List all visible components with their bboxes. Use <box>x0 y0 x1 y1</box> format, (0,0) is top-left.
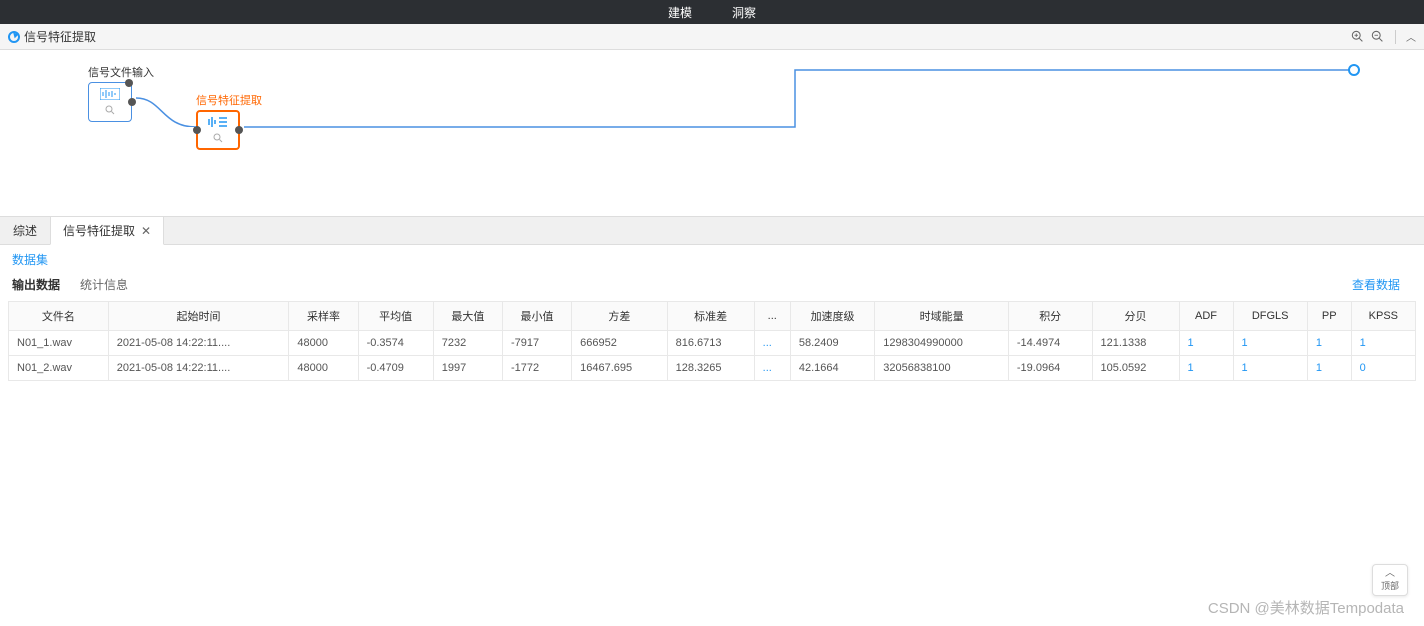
table-cell: 1 <box>1307 331 1351 356</box>
table-cell: 48000 <box>289 331 358 356</box>
table-cell: 1997 <box>433 356 502 381</box>
table-cell: 16467.695 <box>572 356 667 381</box>
tab-feature-extract[interactable]: 信号特征提取 ✕ <box>50 216 164 245</box>
table-cell: 42.1664 <box>790 356 874 381</box>
node-port-in[interactable] <box>193 126 201 134</box>
nav-insight[interactable]: 洞察 <box>732 4 756 21</box>
nav-modeling[interactable]: 建模 <box>668 4 692 21</box>
table-cell: 121.1338 <box>1092 331 1179 356</box>
sub-tabs2: 输出数据 统计信息 查看数据 <box>0 268 1424 301</box>
table-cell: 1 <box>1233 356 1307 381</box>
feature-icon <box>207 116 229 132</box>
tab-label: 信号特征提取 <box>63 222 135 239</box>
subtab-stats[interactable]: 统计信息 <box>80 272 128 297</box>
table-row[interactable]: N01_1.wav2021-05-08 14:22:11....48000-0.… <box>9 331 1416 356</box>
node-signal-feature-extract[interactable]: 信号特征提取 <box>196 92 262 150</box>
subtab-output[interactable]: 输出数据 <box>12 272 60 297</box>
page-title: 信号特征提取 <box>24 28 96 45</box>
table-cell: -0.3574 <box>358 331 433 356</box>
col-more[interactable]: ... <box>754 302 790 331</box>
table-cell: N01_2.wav <box>9 356 109 381</box>
table-cell: 1 <box>1179 331 1233 356</box>
table-cell: 666952 <box>572 331 667 356</box>
scroll-top-button[interactable]: ︿ 顶部 <box>1372 564 1408 596</box>
terminal-node[interactable] <box>1348 64 1360 76</box>
table-cell: 105.0592 <box>1092 356 1179 381</box>
workflow-canvas[interactable]: 信号文件输入 信号特征提取 <box>0 50 1424 217</box>
col-accel[interactable]: 加速度级 <box>790 302 874 331</box>
tabs-bar: 综述 信号特征提取 ✕ <box>0 217 1424 245</box>
table-header-row: 文件名 起始时间 采样率 平均值 最大值 最小值 方差 标准差 ... 加速度级… <box>9 302 1416 331</box>
sub-tabs-row: 数据集 <box>0 245 1424 268</box>
table-cell: ... <box>754 331 790 356</box>
col-samplerate[interactable]: 采样率 <box>289 302 358 331</box>
node-port-out[interactable] <box>235 126 243 134</box>
node-label: 信号文件输入 <box>88 64 154 80</box>
table-cell: -1772 <box>502 356 571 381</box>
tab-overview[interactable]: 综述 <box>0 216 50 244</box>
top-nav: 建模 洞察 <box>0 0 1424 24</box>
table-cell: -7917 <box>502 331 571 356</box>
table-cell: 128.3265 <box>667 356 754 381</box>
divider <box>1395 30 1396 44</box>
table-cell: 48000 <box>289 356 358 381</box>
table-cell: 2021-05-08 14:22:11.... <box>108 331 289 356</box>
table-cell: 0 <box>1351 356 1415 381</box>
magnifier-icon[interactable] <box>105 105 115 117</box>
node-label: 信号特征提取 <box>196 92 262 108</box>
col-max[interactable]: 最大值 <box>433 302 502 331</box>
col-variance[interactable]: 方差 <box>572 302 667 331</box>
col-dfgls[interactable]: DFGLS <box>1233 302 1307 331</box>
col-filename[interactable]: 文件名 <box>9 302 109 331</box>
node-port[interactable] <box>125 79 133 87</box>
subtab-dataset[interactable]: 数据集 <box>12 253 48 267</box>
table-cell: 1 <box>1233 331 1307 356</box>
connection-line-2 <box>240 65 1360 130</box>
chevron-up-icon: ︿ <box>1385 569 1395 579</box>
close-icon[interactable]: ✕ <box>141 224 151 238</box>
table-cell: 1 <box>1179 356 1233 381</box>
col-pp[interactable]: PP <box>1307 302 1351 331</box>
app-icon <box>8 31 20 43</box>
magnifier-icon[interactable] <box>213 133 223 145</box>
table-cell: 816.6713 <box>667 331 754 356</box>
col-min[interactable]: 最小值 <box>502 302 571 331</box>
tab-label: 综述 <box>13 222 37 239</box>
col-adf[interactable]: ADF <box>1179 302 1233 331</box>
title-bar: 信号特征提取 ︿ <box>0 24 1424 50</box>
col-kpss[interactable]: KPSS <box>1351 302 1415 331</box>
zoom-out-icon[interactable] <box>1371 30 1385 44</box>
col-energy[interactable]: 时域能量 <box>875 302 1009 331</box>
table-cell: 58.2409 <box>790 331 874 356</box>
node-signal-file-input[interactable]: 信号文件输入 <box>88 64 154 122</box>
col-std[interactable]: 标准差 <box>667 302 754 331</box>
table-cell: -19.0964 <box>1008 356 1092 381</box>
node-port-out[interactable] <box>128 98 136 106</box>
collapse-icon[interactable]: ︿ <box>1406 29 1416 44</box>
col-starttime[interactable]: 起始时间 <box>108 302 289 331</box>
waveform-icon <box>100 88 120 104</box>
view-data-link[interactable]: 查看数据 <box>1352 276 1400 293</box>
col-integral[interactable]: 积分 <box>1008 302 1092 331</box>
table-cell: 2021-05-08 14:22:11.... <box>108 356 289 381</box>
scroll-top-label: 顶部 <box>1381 579 1399 592</box>
table-cell: ... <box>754 356 790 381</box>
zoom-in-icon[interactable] <box>1351 30 1365 44</box>
table-cell: 32056838100 <box>875 356 1009 381</box>
data-table: 文件名 起始时间 采样率 平均值 最大值 最小值 方差 标准差 ... 加速度级… <box>8 301 1416 381</box>
col-db[interactable]: 分贝 <box>1092 302 1179 331</box>
table-cell: 7232 <box>433 331 502 356</box>
table-cell: 1 <box>1351 331 1415 356</box>
table-row[interactable]: N01_2.wav2021-05-08 14:22:11....48000-0.… <box>9 356 1416 381</box>
table-cell: -14.4974 <box>1008 331 1092 356</box>
table-cell: 1298304990000 <box>875 331 1009 356</box>
table-cell: 1 <box>1307 356 1351 381</box>
col-mean[interactable]: 平均值 <box>358 302 433 331</box>
watermark: CSDN @美林数据Tempodata <box>1208 597 1404 618</box>
table-cell: N01_1.wav <box>9 331 109 356</box>
table-cell: -0.4709 <box>358 356 433 381</box>
